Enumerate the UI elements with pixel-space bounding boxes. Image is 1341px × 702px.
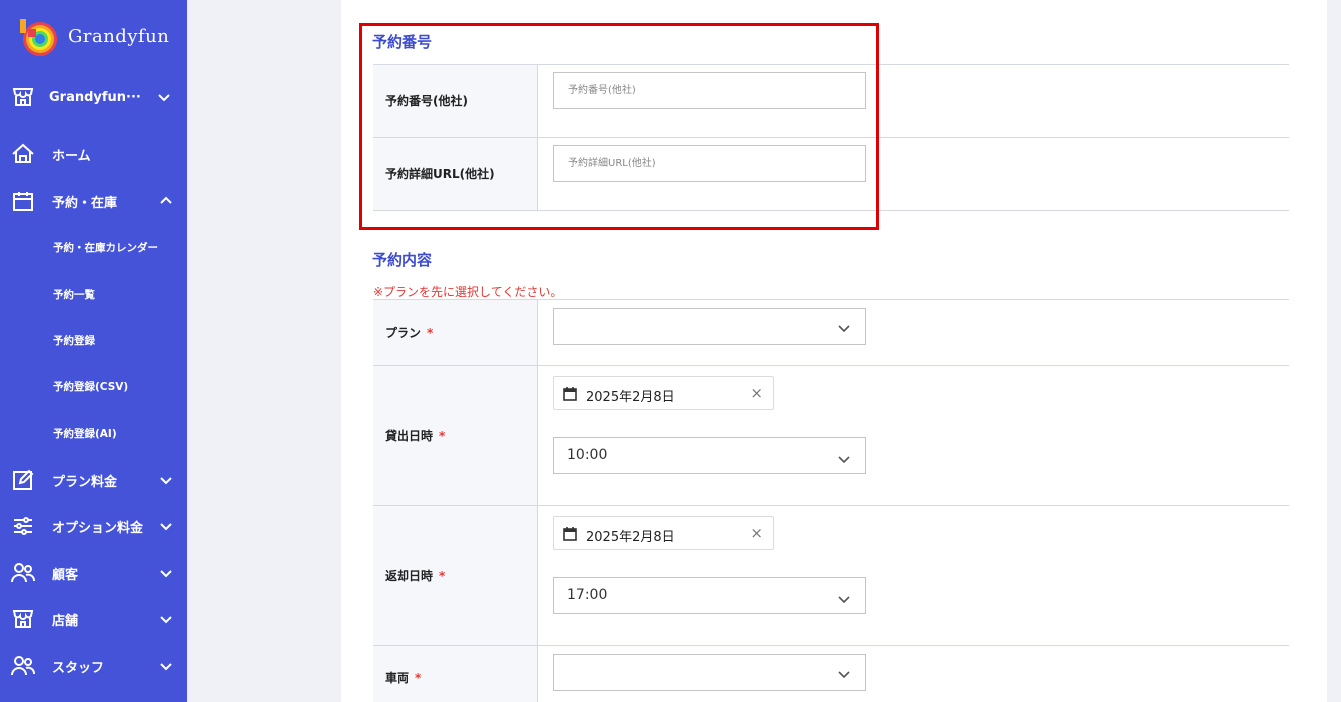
- scrollbar-track[interactable]: [1327, 0, 1341, 702]
- store-selector-label: Grandyfun···: [49, 89, 141, 105]
- field-label: 予約番号(他社): [385, 94, 468, 108]
- sidebar-item-staff[interactable]: スタッフ: [0, 646, 187, 686]
- sidebar-subitem-register-csv[interactable]: 予約登録(CSV): [0, 369, 187, 403]
- sidebar-item-plan-pricing[interactable]: プラン料金: [0, 460, 187, 500]
- sidebar-item-home[interactable]: ホーム: [0, 134, 187, 174]
- clear-icon[interactable]: ×: [750, 384, 763, 402]
- sidebar-item-label: 店舗: [52, 613, 79, 629]
- sidebar-item-option-pricing[interactable]: オプション料金: [0, 506, 187, 546]
- divider: [373, 210, 1289, 211]
- sidebar-item-label: プラン料金: [52, 474, 118, 490]
- form-row-rental-datetime: 貸出日時 *: [373, 365, 1289, 505]
- row-label-cell: 車両 *: [373, 646, 538, 702]
- sidebar-item-stores[interactable]: 店舗: [0, 599, 187, 639]
- external-booking-url-input[interactable]: [553, 145, 866, 182]
- sidebar-item-customers[interactable]: 顧客: [0, 553, 187, 593]
- rental-time-select[interactable]: 10:00: [553, 437, 866, 474]
- brand-logo[interactable]: Grandyfun: [18, 14, 169, 58]
- vehicle-select[interactable]: [553, 654, 866, 691]
- chevron-down-icon: [158, 518, 174, 534]
- sidebar-item-label: 顧客: [52, 567, 79, 583]
- sidebar-item-label: ホーム: [52, 148, 91, 164]
- section-title-booking-number: 予約番号: [372, 33, 433, 51]
- field-label: 予約詳細URL(他社): [385, 167, 495, 181]
- sidebar-subitem-label: 予約一覧: [53, 288, 95, 301]
- sidebar-subitem-label: 予約登録(AI): [53, 427, 117, 440]
- sidebar-item-label: 予約・在庫: [52, 195, 118, 211]
- sidebar-subitem-register[interactable]: 予約登録: [0, 323, 187, 357]
- row-label-cell: プラン *: [373, 300, 538, 365]
- return-date-value: 2025年2月8日: [586, 530, 675, 545]
- row-label-cell: 予約詳細URL(他社): [373, 138, 538, 210]
- edit-icon: [10, 467, 36, 493]
- row-label-cell: 返却日時 *: [373, 506, 538, 645]
- calendar-icon: [563, 527, 577, 541]
- chevron-up-icon: [158, 193, 174, 209]
- people-icon: [10, 560, 36, 586]
- external-booking-number-input[interactable]: [553, 72, 866, 109]
- chevron-down-icon: [838, 596, 850, 604]
- chevron-down-icon: [158, 658, 174, 674]
- required-mark: *: [427, 326, 434, 340]
- rental-time-value: 10:00: [567, 447, 608, 463]
- home-icon: [10, 141, 36, 167]
- plan-select[interactable]: [553, 308, 866, 345]
- people-icon: [10, 653, 36, 679]
- chevron-down-icon: [156, 89, 172, 105]
- row-label-cell: 予約番号(他社): [373, 65, 538, 137]
- field-label: 貸出日時 *: [385, 429, 446, 443]
- sidebar-item-label: オプション料金: [52, 520, 144, 536]
- return-time-value: 17:00: [567, 587, 608, 603]
- chevron-down-icon: [838, 671, 850, 679]
- required-mark: *: [439, 429, 446, 443]
- chevron-down-icon: [838, 456, 850, 464]
- chevron-down-icon: [158, 472, 174, 488]
- sidebar-item-label: スタッフ: [52, 660, 105, 676]
- form-row-return-datetime: 返却日時 *: [373, 505, 1289, 645]
- sidebar-subitem-list[interactable]: 予約一覧: [0, 277, 187, 311]
- sidebar-subitem-calendar[interactable]: 予約・在庫カレンダー: [0, 230, 187, 264]
- plan-first-note: ※プランを先に選択してください。: [373, 285, 563, 299]
- field-label: プラン *: [385, 326, 434, 340]
- sliders-icon: [10, 513, 36, 539]
- return-date-picker[interactable]: 2025年2月8日 ×: [553, 516, 774, 550]
- required-mark: *: [439, 569, 446, 583]
- sidebar: Grandyfun Grandyfun··· ホーム 予約・在庫 予約・在庫カレ…: [0, 0, 187, 702]
- sidebar-subitem-label: 予約登録(CSV): [53, 380, 129, 393]
- brand-name: Grandyfun: [68, 25, 170, 47]
- store-icon: [10, 84, 36, 110]
- chevron-down-icon: [838, 325, 850, 333]
- section-title-booking-details: 予約内容: [372, 251, 433, 269]
- chevron-down-icon: [158, 611, 174, 627]
- rainbow-logo-icon: [18, 15, 60, 57]
- sidebar-item-reservations[interactable]: 予約・在庫: [0, 181, 187, 221]
- calendar-icon: [563, 387, 577, 401]
- clear-icon[interactable]: ×: [750, 524, 763, 542]
- chevron-down-icon: [158, 565, 174, 581]
- store-icon: [10, 606, 36, 632]
- rental-date-picker[interactable]: 2025年2月8日 ×: [553, 376, 774, 410]
- field-label: 車両 *: [385, 671, 422, 685]
- sidebar-subitem-label: 予約登録: [53, 334, 95, 347]
- field-label: 返却日時 *: [385, 569, 446, 583]
- sidebar-subitem-register-ai[interactable]: 予約登録(AI): [0, 416, 187, 450]
- store-selector[interactable]: Grandyfun···: [0, 77, 187, 117]
- calendar-icon: [10, 188, 36, 214]
- row-label-cell: 貸出日時 *: [373, 366, 538, 505]
- sidebar-subitem-label: 予約・在庫カレンダー: [53, 241, 158, 254]
- return-time-select[interactable]: 17:00: [553, 577, 866, 614]
- rental-date-value: 2025年2月8日: [586, 390, 675, 405]
- required-mark: *: [415, 671, 422, 685]
